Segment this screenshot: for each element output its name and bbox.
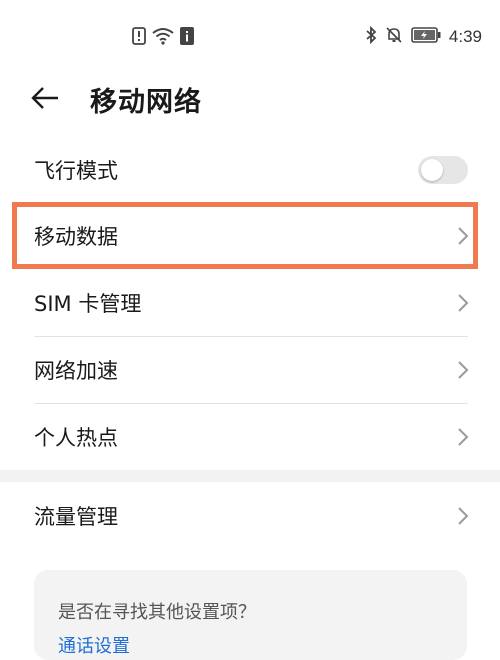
row-mobile-data[interactable]: 移动数据 xyxy=(0,202,500,269)
status-bar: 4:39 xyxy=(0,0,500,70)
wifi-icon xyxy=(152,27,174,49)
chevron-right-icon xyxy=(458,427,469,446)
info-icon xyxy=(180,27,194,49)
row-network-acceleration[interactable]: 网络加速 xyxy=(0,336,500,403)
row-label-sim-management: SIM 卡管理 xyxy=(34,291,142,316)
back-button[interactable] xyxy=(30,82,70,114)
row-airplane-mode[interactable]: 飞行模式 xyxy=(0,136,500,203)
arrow-left-icon xyxy=(31,87,58,109)
row-label-personal-hotspot: 个人热点 xyxy=(34,425,118,450)
status-left-icons xyxy=(132,27,194,49)
airplane-mode-toggle[interactable] xyxy=(418,155,468,184)
row-label-network-acceleration: 网络加速 xyxy=(34,358,118,383)
battery-icon xyxy=(411,27,441,47)
row-label-traffic-management: 流量管理 xyxy=(34,504,118,529)
status-right-icons: 4:39 xyxy=(365,25,482,48)
section-separator xyxy=(0,470,500,482)
row-sim-management[interactable]: SIM 卡管理 xyxy=(0,269,500,336)
alert-sim-icon xyxy=(132,27,146,49)
suggestion-link-call-settings[interactable]: 通话设置 xyxy=(58,632,130,658)
chevron-right-icon xyxy=(458,360,469,379)
toggle-knob xyxy=(421,158,443,181)
page-title: 移动网络 xyxy=(90,87,202,118)
row-traffic-management[interactable]: 流量管理 xyxy=(0,482,500,549)
bluetooth-icon xyxy=(365,25,377,48)
chevron-right-icon xyxy=(458,226,469,245)
suggestion-question: 是否在寻找其他设置项？ xyxy=(58,602,256,623)
row-label-airplane-mode: 飞行模式 xyxy=(34,158,118,183)
row-label-mobile-data: 移动数据 xyxy=(34,224,118,249)
header: 移动网络 xyxy=(0,72,500,124)
row-personal-hotspot[interactable]: 个人热点 xyxy=(0,403,500,470)
status-time: 4:39 xyxy=(448,27,482,46)
mute-icon xyxy=(385,26,403,48)
suggestion-card: 是否在寻找其他设置项？ 通话设置 xyxy=(34,570,467,660)
chevron-right-icon xyxy=(458,506,469,525)
chevron-right-icon xyxy=(458,293,469,312)
